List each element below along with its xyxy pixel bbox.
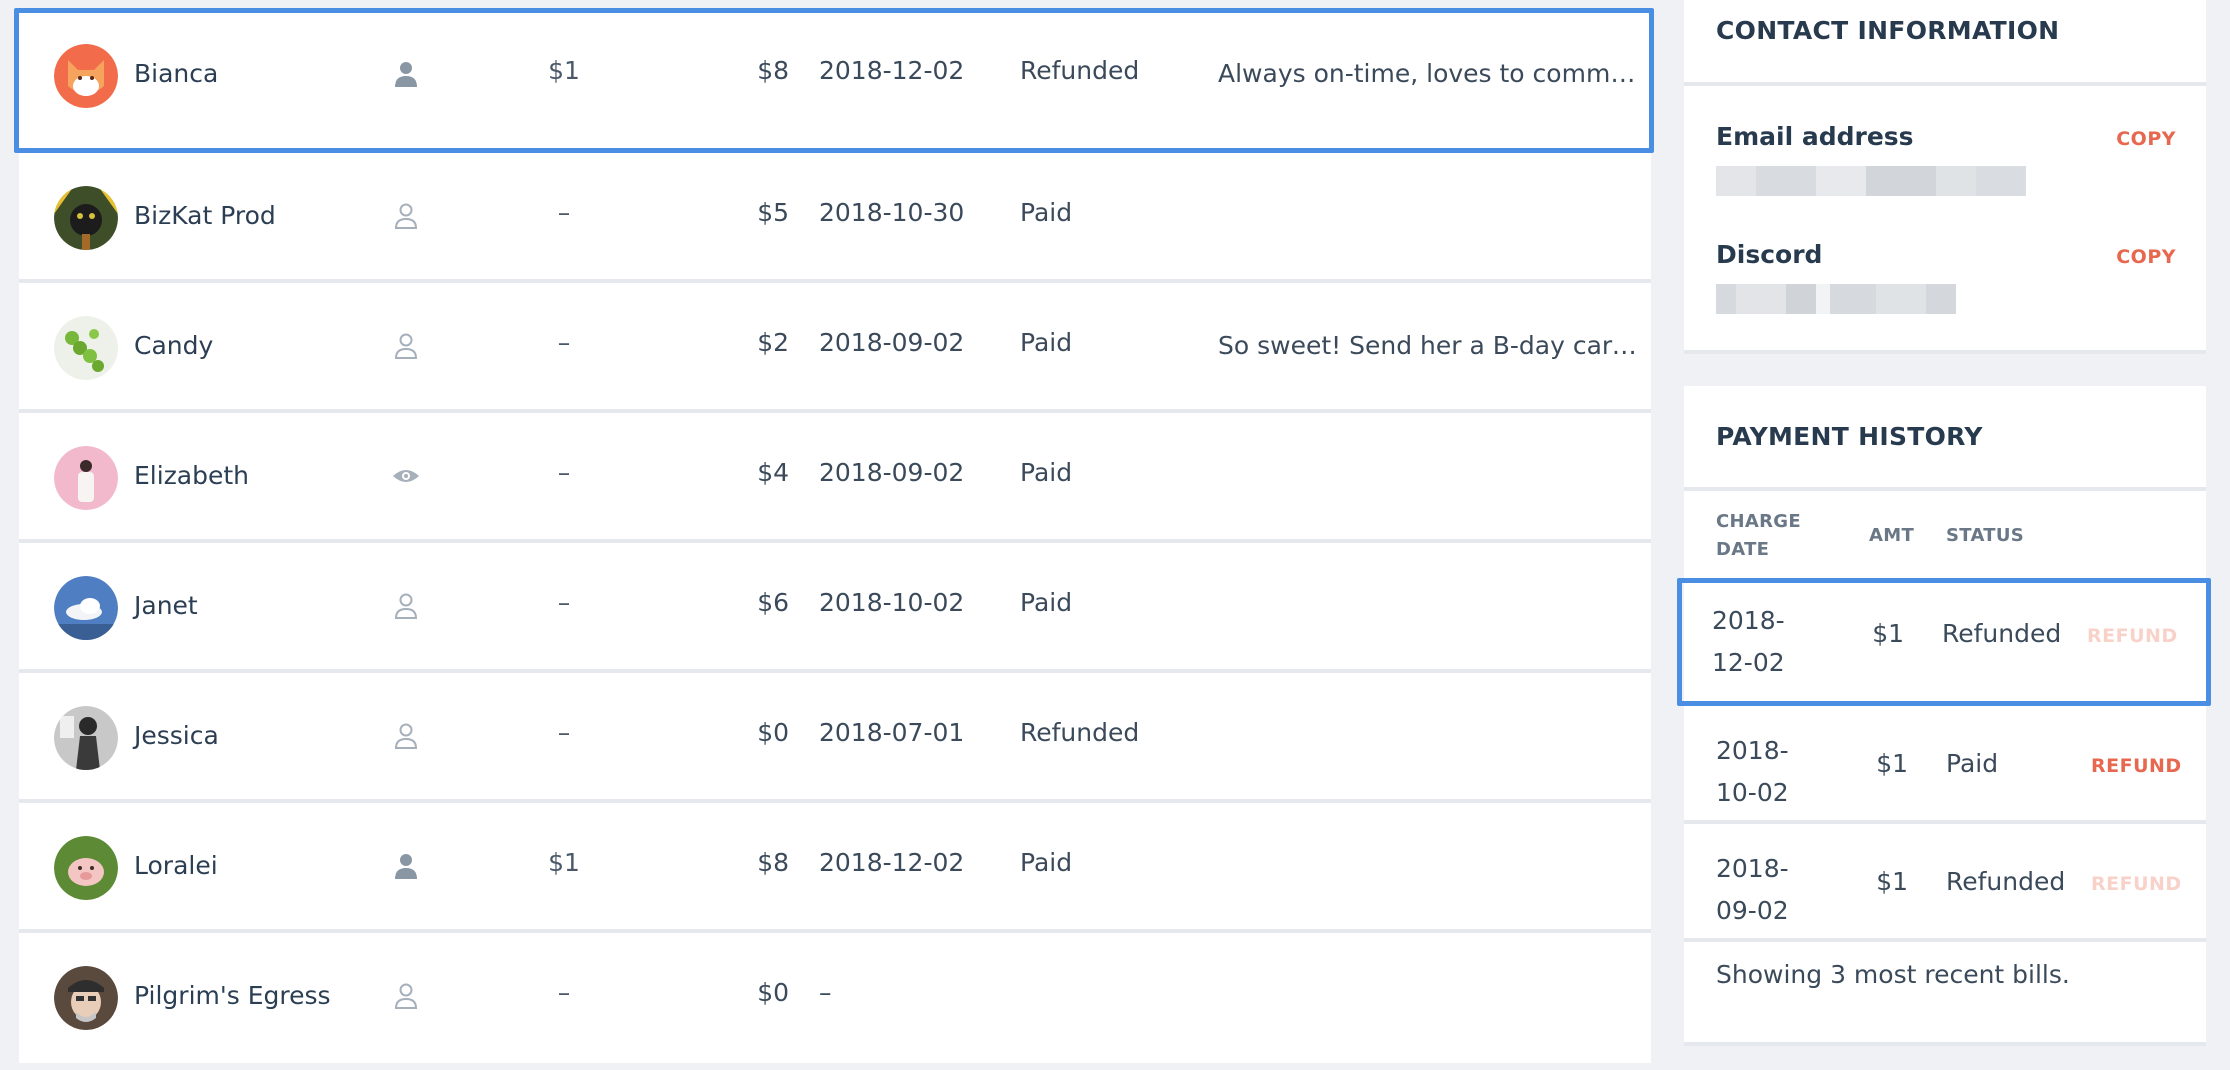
avatar [54, 316, 118, 380]
charge-date: 2018-10-02 [1716, 736, 1789, 807]
member-amount: $6 [757, 588, 789, 617]
charge-date: 2018-12-02 [1712, 606, 1785, 677]
member-last-charge-date: – [819, 978, 832, 1007]
member-amount: $4 [757, 458, 789, 487]
member-last-charge-date: 2018-12-02 [819, 56, 965, 85]
member-contribution: – [557, 718, 571, 747]
member-status: Paid [1020, 588, 1073, 617]
member-last-charge-date: 2018-12-02 [819, 848, 965, 877]
contact-information-card: CONTACT INFORMATION Email address COPY D… [1684, 0, 2206, 354]
member-amount: $8 [757, 56, 789, 85]
discord-label: Discord [1716, 240, 1823, 269]
payment-row[interactable]: 2018-10-02 $1 Paid REFUND [1684, 706, 2206, 824]
member-last-charge-date: 2018-09-02 [819, 328, 965, 357]
charge-date: 2018-09-02 [1716, 854, 1789, 925]
member-name[interactable]: BizKat Prod [134, 201, 276, 230]
charge-amount: $1 [1872, 619, 1904, 648]
payment-row[interactable]: 2018-12-02 $1 Refunded REFUND [1677, 578, 2211, 706]
member-note: So sweet! Send her a B-day card... [1218, 331, 1638, 360]
member-amount: $0 [757, 978, 789, 1007]
member-contribution: $1 [548, 848, 580, 877]
member-row[interactable]: Janet – $6 2018-10-02 Paid [19, 543, 1651, 673]
member-row[interactable]: Loralei $1 $8 2018-12-02 Paid [19, 803, 1651, 933]
charge-amount: $1 [1876, 749, 1908, 778]
person-outline-icon[interactable] [391, 201, 421, 231]
member-last-charge-date: 2018-10-30 [819, 198, 965, 227]
person-filled-icon[interactable] [391, 59, 421, 89]
member-last-charge-date: 2018-07-01 [819, 718, 965, 747]
member-name[interactable]: Elizabeth [134, 461, 249, 490]
avatar [54, 966, 118, 1030]
member-row[interactable]: Candy – $2 2018-09-02 Paid So sweet! Sen… [19, 283, 1651, 413]
charge-status: Refunded [1946, 867, 2066, 896]
email-value-redacted [1716, 166, 2026, 196]
member-contribution: – [557, 458, 571, 487]
member-status: Refunded [1020, 718, 1140, 747]
member-status: Paid [1020, 198, 1073, 227]
avatar [54, 186, 118, 250]
avatar [54, 576, 118, 640]
divider [1684, 350, 2206, 354]
member-amount: $0 [757, 718, 789, 747]
member-contribution: $1 [548, 56, 580, 85]
amount-header: AMT [1869, 525, 1915, 546]
member-status: Paid [1020, 328, 1073, 357]
charge-date-header: CHARGE DATE [1716, 511, 1801, 560]
member-name[interactable]: Candy [134, 331, 213, 360]
member-row[interactable]: Elizabeth – $4 2018-09-02 Paid [19, 413, 1651, 543]
status-header: STATUS [1946, 525, 2025, 546]
member-contribution: – [557, 978, 571, 1007]
divider [1684, 487, 2206, 491]
member-amount: $5 [757, 198, 789, 227]
member-name[interactable]: Janet [134, 591, 198, 620]
member-name[interactable]: Loralei [134, 851, 218, 880]
charge-status: Refunded [1942, 619, 2062, 648]
person-filled-icon[interactable] [391, 851, 421, 881]
email-label: Email address [1716, 122, 1914, 151]
member-name[interactable]: Jessica [134, 721, 219, 750]
member-name[interactable]: Pilgrim's Egress [134, 981, 331, 1010]
person-outline-icon[interactable] [391, 981, 421, 1011]
bills-footer-note: Showing 3 most recent bills. [1716, 960, 2070, 989]
eye-icon[interactable] [391, 461, 421, 491]
member-note: Always on-time, loves to commen... [1218, 59, 1638, 88]
refund-button[interactable]: REFUND [2091, 873, 2182, 895]
charge-amount: $1 [1876, 867, 1908, 896]
member-amount: $2 [757, 328, 789, 357]
person-outline-icon[interactable] [391, 591, 421, 621]
member-contribution: – [557, 328, 571, 357]
member-row[interactable]: Bianca $1 $8 2018-12-02 Refunded Always … [14, 8, 1654, 153]
member-row[interactable]: Pilgrim's Egress – $0 – [19, 933, 1651, 1063]
contact-information-title: CONTACT INFORMATION [1716, 16, 2060, 45]
avatar [54, 446, 118, 510]
payment-row[interactable]: 2018-09-02 $1 Refunded REFUND [1684, 824, 2206, 942]
refund-button[interactable]: REFUND [2087, 625, 2178, 647]
person-outline-icon[interactable] [391, 721, 421, 751]
person-outline-icon[interactable] [391, 331, 421, 361]
discord-value-redacted [1716, 284, 1956, 314]
divider [1684, 1042, 2206, 1046]
avatar [54, 706, 118, 770]
charge-status: Paid [1946, 749, 1999, 778]
member-name[interactable]: Bianca [134, 59, 218, 88]
payment-history-title: PAYMENT HISTORY [1716, 422, 1983, 451]
members-table: Bianca $1 $8 2018-12-02 Refunded Always … [14, 8, 1654, 1063]
member-last-charge-date: 2018-10-02 [819, 588, 965, 617]
member-amount: $8 [757, 848, 789, 877]
copy-email-button[interactable]: COPY [2116, 128, 2176, 150]
refund-button[interactable]: REFUND [2091, 755, 2182, 777]
member-contribution: – [557, 588, 571, 617]
member-status: Refunded [1020, 56, 1140, 85]
divider [1684, 82, 2206, 86]
member-status: Paid [1020, 458, 1073, 487]
member-contribution: – [557, 198, 571, 227]
payment-history-card: PAYMENT HISTORY CHARGE DATE AMT STATUS 2… [1677, 386, 2211, 1046]
avatar [54, 836, 118, 900]
member-status: Paid [1020, 848, 1073, 877]
member-last-charge-date: 2018-09-02 [819, 458, 965, 487]
member-row[interactable]: BizKat Prod – $5 2018-10-30 Paid [19, 153, 1651, 283]
member-row[interactable]: Jessica – $0 2018-07-01 Refunded [19, 673, 1651, 803]
avatar [54, 44, 118, 108]
copy-discord-button[interactable]: COPY [2116, 246, 2176, 268]
